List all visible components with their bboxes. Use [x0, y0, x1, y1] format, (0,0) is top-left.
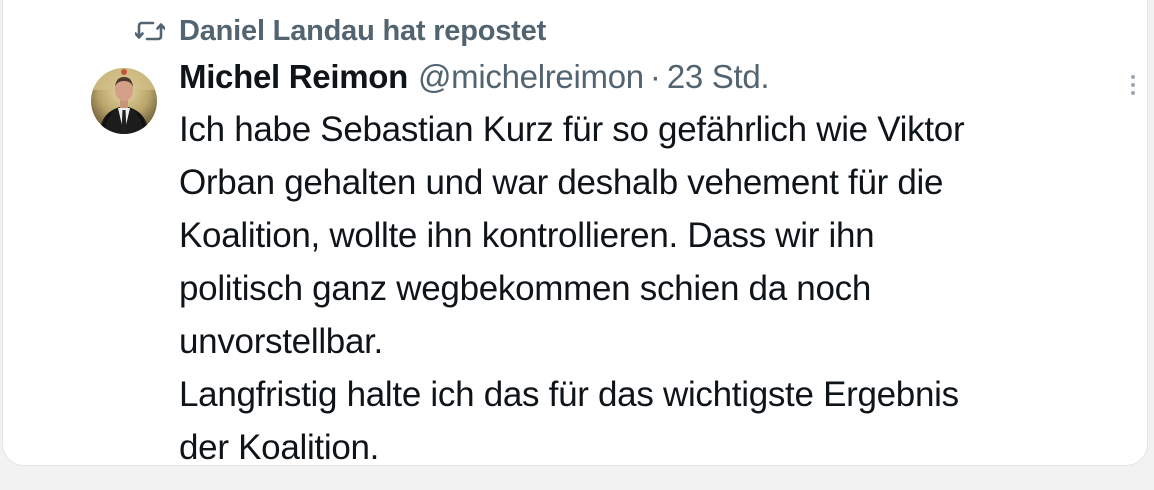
tweet-text-line: politisch ganz wegbekommen schien da noc… — [179, 269, 872, 308]
avatar-photo — [91, 68, 157, 134]
tweet-card[interactable]: Daniel Landau hat repostet Michel Reimon… — [2, 0, 1148, 467]
author-avatar[interactable] — [91, 68, 157, 134]
tweet-text-line: Koalition, wollte ihn kontrollieren. Das… — [179, 216, 875, 255]
tweet-text-line: der Koalition. — [179, 428, 380, 467]
tweet-text-line: Orban gehalten und war deshalb vehement … — [179, 163, 944, 202]
repost-icon — [135, 21, 165, 41]
tweet-text-line: unvorstellbar. — [179, 322, 383, 361]
repost-indicator[interactable]: Daniel Landau hat repostet — [135, 12, 546, 50]
tweet-text: Ich habe Sebastian Kurz für so gefährlic… — [179, 103, 1139, 474]
tweet-timestamp[interactable]: 23 Std. — [667, 58, 770, 96]
more-options-icon — [1131, 75, 1135, 95]
author-handle[interactable]: @michelreimon — [418, 58, 644, 96]
author-display-name[interactable]: Michel Reimon — [179, 58, 408, 96]
more-options-button[interactable] — [1121, 72, 1145, 98]
header-separator: · — [649, 58, 661, 95]
repost-label[interactable]: Daniel Landau hat repostet — [179, 15, 546, 48]
tweet-text-line: Ich habe Sebastian Kurz für so gefährlic… — [179, 110, 965, 149]
tweet-text-line: Langfristig halte ich das für das wichti… — [179, 375, 959, 414]
tweet-header: Michel Reimon @michelreimon · 23 Std. — [179, 58, 770, 102]
